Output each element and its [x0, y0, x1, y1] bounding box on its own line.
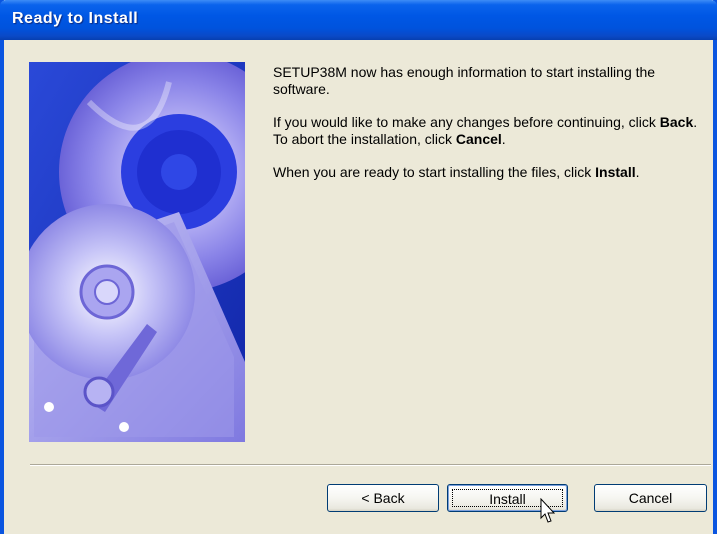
- info-line-3: When you are ready to start installing t…: [273, 164, 713, 181]
- window-title: Ready to Install: [12, 10, 139, 27]
- setup-dialog-window: Ready to Install SETUP38M now has enough…: [0, 0, 717, 534]
- button-divider: [30, 464, 711, 466]
- info-install-keyword: Install: [595, 164, 636, 180]
- info-line-3-pre: When you are ready to start installing t…: [273, 164, 596, 180]
- info-text: SETUP38M now has enough information to s…: [273, 64, 713, 197]
- cancel-button[interactable]: Cancel: [594, 484, 707, 512]
- cd-and-harddisk-icon: [29, 62, 245, 442]
- title-bar[interactable]: Ready to Install: [0, 0, 717, 40]
- info-line-2: If you would like to make any changes be…: [273, 114, 713, 148]
- mouse-pointer-icon: [540, 498, 556, 523]
- info-line-3-post: .: [635, 164, 640, 180]
- info-line-2-post: .: [501, 131, 506, 147]
- info-back-keyword: Back: [659, 114, 694, 130]
- info-line-2-pre: If you would like to make any changes be…: [273, 114, 660, 130]
- back-button[interactable]: < Back: [327, 484, 439, 512]
- info-line-1-text: SETUP38M now has enough information to s…: [273, 64, 656, 97]
- info-cancel-keyword: Cancel: [455, 131, 502, 147]
- info-line-1: SETUP38M now has enough information to s…: [273, 64, 713, 98]
- installer-artwork: [29, 62, 245, 442]
